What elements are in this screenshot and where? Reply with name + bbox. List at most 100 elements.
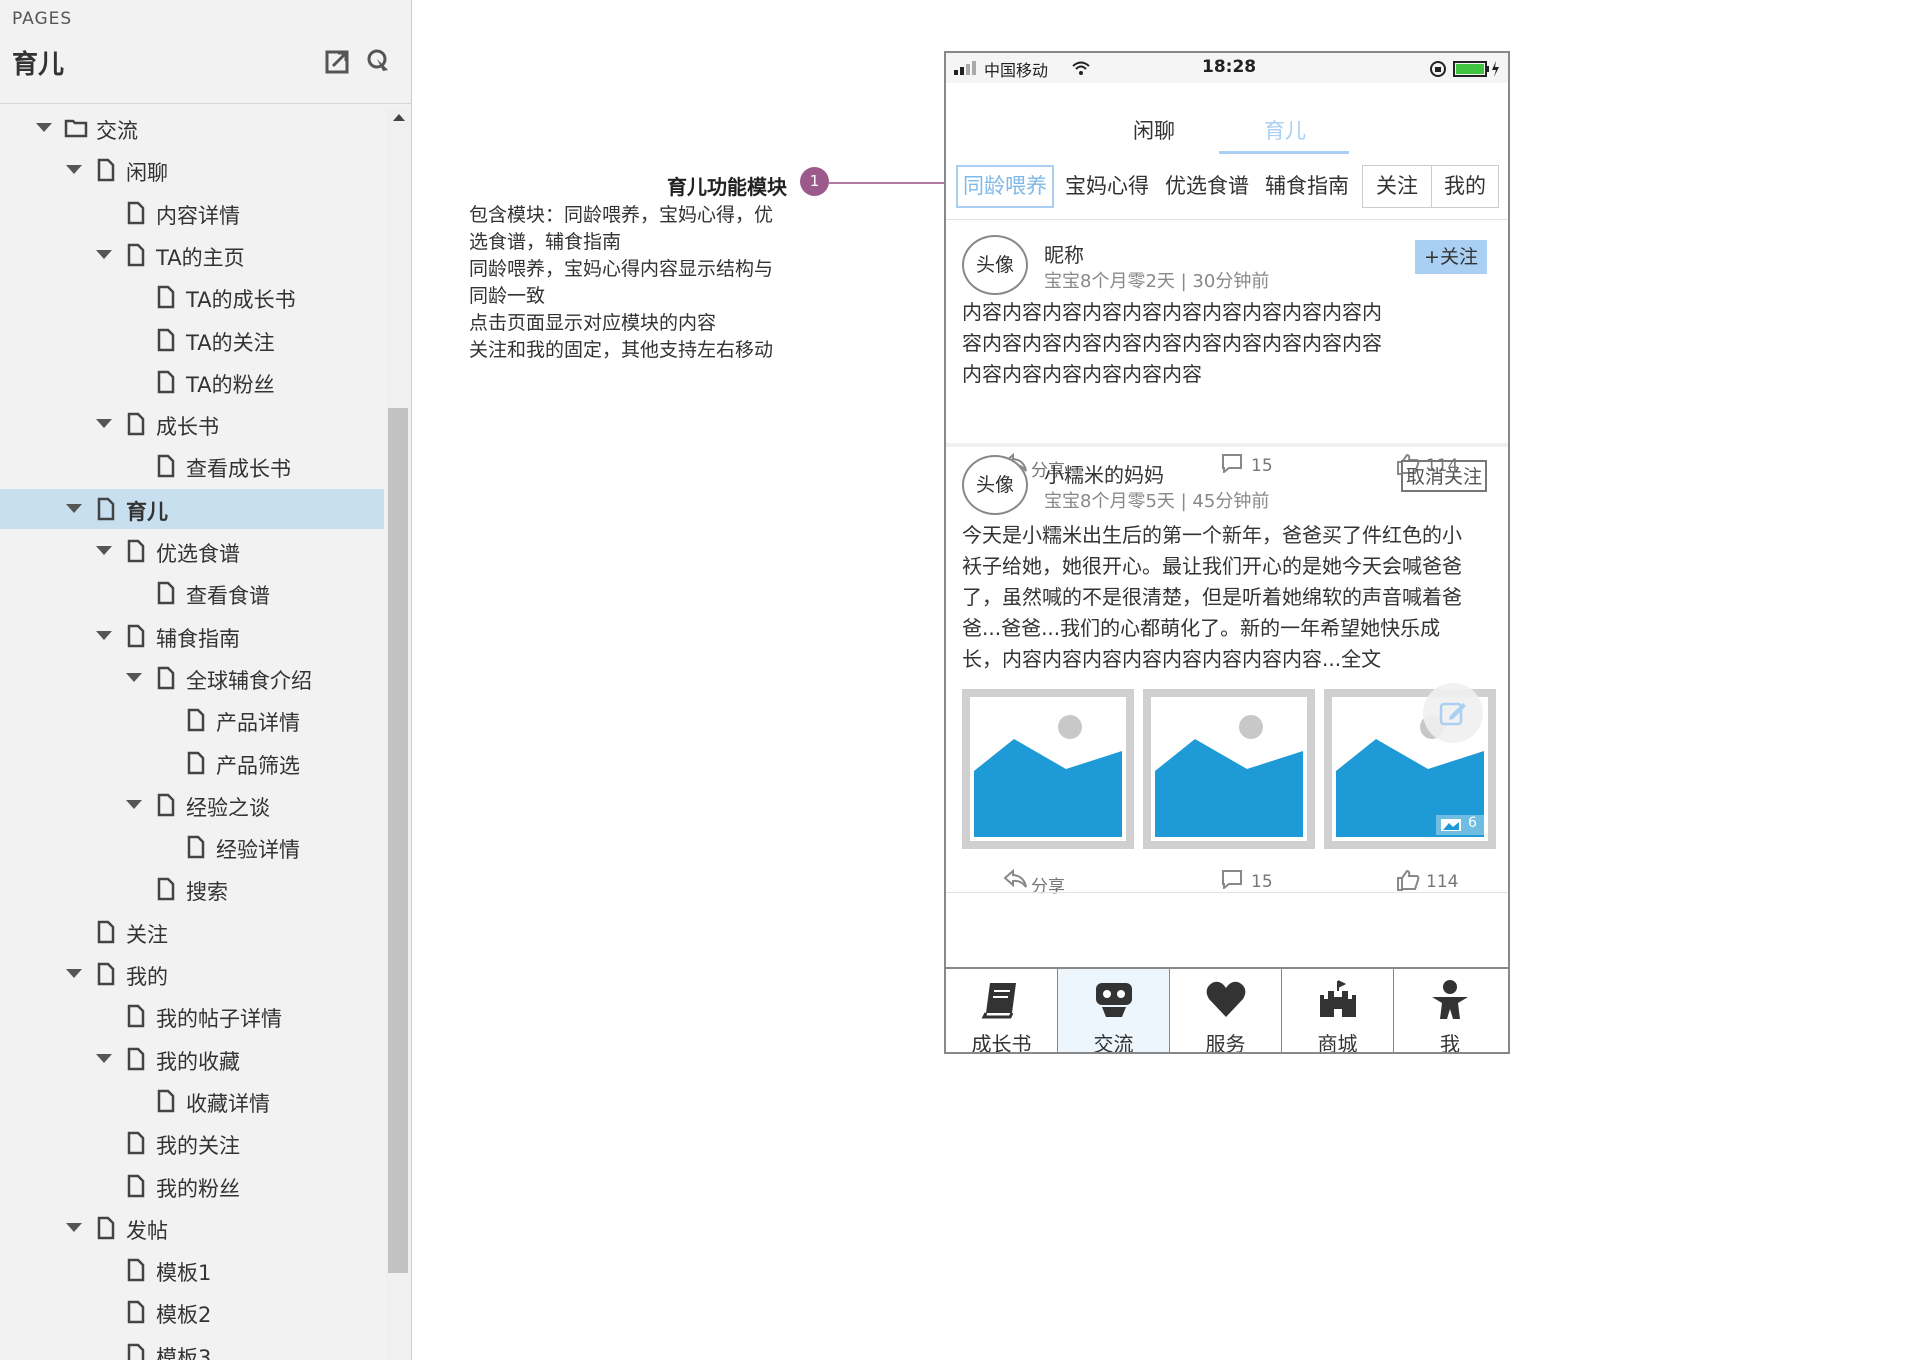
share-icon	[1003, 868, 1027, 888]
comment-button[interactable]: 15	[1221, 453, 1273, 478]
tree-item[interactable]: 收藏详情	[0, 1081, 384, 1121]
tree-item[interactable]: 产品筛选	[0, 743, 384, 783]
page-icon	[127, 1174, 145, 1197]
tree-item[interactable]: 内容详情	[0, 193, 384, 233]
tree-item[interactable]: 优选食谱	[0, 531, 384, 571]
tree-item[interactable]: 查看成长书	[0, 446, 384, 486]
tree-item[interactable]: 模板1	[0, 1250, 384, 1290]
tree-item[interactable]: 我的帖子详情	[0, 996, 384, 1036]
avatar[interactable]: 头像	[962, 455, 1028, 515]
chat-icon	[1096, 983, 1132, 1017]
tree-item[interactable]: 成长书	[0, 404, 384, 444]
subtab-mom-tips[interactable]: 宝妈心得	[1059, 165, 1155, 208]
page-icon	[127, 1301, 145, 1324]
tree-item-label: 闲聊	[126, 161, 168, 186]
tree-item[interactable]: 查看食谱	[0, 573, 384, 613]
expand-arrow-icon[interactable]	[126, 672, 142, 682]
tree-item[interactable]: TA的粉丝	[0, 362, 384, 402]
expand-arrow-icon[interactable]	[66, 1222, 82, 1232]
image-placeholder-icon	[1155, 715, 1303, 837]
book-icon	[981, 983, 1016, 1019]
follow-button[interactable]: +关注	[1415, 240, 1487, 274]
tree-item[interactable]: 交流	[0, 108, 384, 148]
subtab-mine[interactable]: 我的	[1431, 165, 1499, 208]
comment-button[interactable]: 15	[1221, 869, 1273, 894]
tree-item[interactable]: 我的收藏	[0, 1039, 384, 1079]
tree-item-label: 查看成长书	[186, 457, 291, 482]
expand-arrow-icon[interactable]	[126, 799, 142, 809]
tree-item-label: 优选食谱	[156, 542, 240, 566]
image-thumbnail[interactable]	[962, 689, 1134, 849]
export-icon[interactable]	[325, 48, 351, 74]
page-icon	[127, 624, 145, 647]
subtab-same-age-feeding[interactable]: 同龄喂养	[956, 165, 1054, 208]
tree-item-label: 全球辅食介绍	[186, 668, 312, 693]
post-content-line: 了，虽然喊的不是很清楚，但是听着她绵软的声音喊着爸	[962, 585, 1462, 609]
post-content-line: 长，内容内容内容内容内容内容内容内容...全文	[962, 647, 1382, 671]
tab-chat[interactable]: 闲聊	[1133, 115, 1175, 145]
tree-item[interactable]: TA的主页	[0, 235, 384, 275]
expand-arrow-icon[interactable]	[96, 249, 112, 259]
nav-service[interactable]: 服务	[1170, 969, 1282, 1052]
tree-item[interactable]: 我的粉丝	[0, 1166, 384, 1206]
expand-arrow-icon[interactable]	[36, 123, 52, 132]
subtab-recipes[interactable]: 优选食谱	[1159, 165, 1255, 208]
nav-growth-book[interactable]: 成长书	[946, 969, 1058, 1052]
tree-item[interactable]: 辅食指南	[0, 616, 384, 656]
page-icon	[97, 1216, 115, 1240]
compose-fab[interactable]	[1423, 683, 1483, 743]
expand-arrow-icon[interactable]	[96, 546, 112, 555]
nav-mall[interactable]: 商城	[1282, 969, 1394, 1052]
expand-arrow-icon[interactable]	[96, 1053, 112, 1063]
nav-label: 我	[1440, 1032, 1460, 1054]
tree-item[interactable]: 关注	[0, 912, 384, 952]
tree-item-label: 我的帖子详情	[156, 1007, 282, 1032]
avatar[interactable]: 头像	[962, 235, 1028, 295]
expand-arrow-icon[interactable]	[96, 630, 112, 640]
tree-item[interactable]: 模板3	[0, 1335, 384, 1360]
nav-communication[interactable]: 交流	[1058, 969, 1170, 1052]
unfollow-button[interactable]: 取消关注	[1401, 460, 1487, 492]
tree-item[interactable]: TA的成长书	[0, 277, 384, 317]
tree-item[interactable]: 发帖	[0, 1208, 384, 1248]
subtab-food-guide[interactable]: 辅食指南	[1259, 165, 1355, 208]
tree-scrollbar[interactable]	[386, 108, 410, 1360]
sub-tabs: 同龄喂养 宝妈心得 优选食谱 辅食指南 关注 我的	[956, 165, 1499, 210]
tree-item[interactable]: 全球辅食介绍	[0, 658, 384, 698]
edit-icon	[1439, 702, 1466, 726]
tree-item[interactable]: 搜索	[0, 869, 384, 909]
tree-item-label: 查看食谱	[186, 584, 270, 609]
expand-arrow-icon[interactable]	[96, 419, 112, 429]
tree-item-label: 我的关注	[156, 1134, 240, 1159]
thumbs-up-icon	[1397, 869, 1420, 891]
subtab-follow[interactable]: 关注	[1362, 165, 1432, 208]
cursor-target-icon[interactable]	[366, 48, 392, 74]
page-icon	[187, 708, 205, 732]
image-thumbnail[interactable]	[1143, 689, 1315, 849]
scroll-thumb[interactable]	[388, 408, 408, 1273]
tree-item[interactable]: 模板2	[0, 1292, 384, 1332]
expand-arrow-icon[interactable]	[66, 165, 82, 175]
tree-item[interactable]: 我的关注	[0, 1123, 384, 1163]
tree-item[interactable]: 经验详情	[0, 827, 384, 867]
tab-parenting[interactable]: 育儿	[1264, 115, 1306, 145]
post-images: 6	[962, 689, 1498, 849]
post-nickname[interactable]: 小糯米的妈妈	[1044, 459, 1164, 488]
post-content[interactable]: 今天是小糯米出生后的第一个新年，爸爸买了件红色的小 袄子给她，她很开心。最让我们…	[962, 520, 1498, 675]
post-content[interactable]: 内容内容内容内容内容内容内容内容内容内容内 容内容内容内容内容内容内容内容内容内…	[962, 297, 1498, 390]
tree-item[interactable]: 闲聊	[0, 150, 384, 190]
nav-me[interactable]: 我	[1394, 969, 1506, 1054]
scroll-up-arrow-icon[interactable]	[393, 114, 405, 121]
tree-item[interactable]: 产品详情	[0, 700, 384, 740]
tree-item[interactable]: TA的关注	[0, 320, 384, 360]
expand-arrow-icon[interactable]	[66, 503, 82, 513]
page-tree: 交流闲聊内容详情 TA的主页 TA的成长书 TA的关注 TA的粉丝 成长书查看成长书育儿优…	[0, 108, 384, 1360]
annotation-line: 选食谱，辅食指南	[469, 231, 622, 253]
annotation-badge[interactable]: 1	[800, 167, 829, 196]
post-nickname[interactable]: 昵称	[1044, 239, 1084, 268]
share-button[interactable]: 分享	[1003, 868, 1065, 897]
expand-arrow-icon[interactable]	[66, 969, 82, 978]
tree-item[interactable]: 经验之谈	[0, 785, 384, 825]
tree-item[interactable]: 我的	[0, 954, 384, 994]
tree-item[interactable]: 育儿	[0, 488, 384, 529]
